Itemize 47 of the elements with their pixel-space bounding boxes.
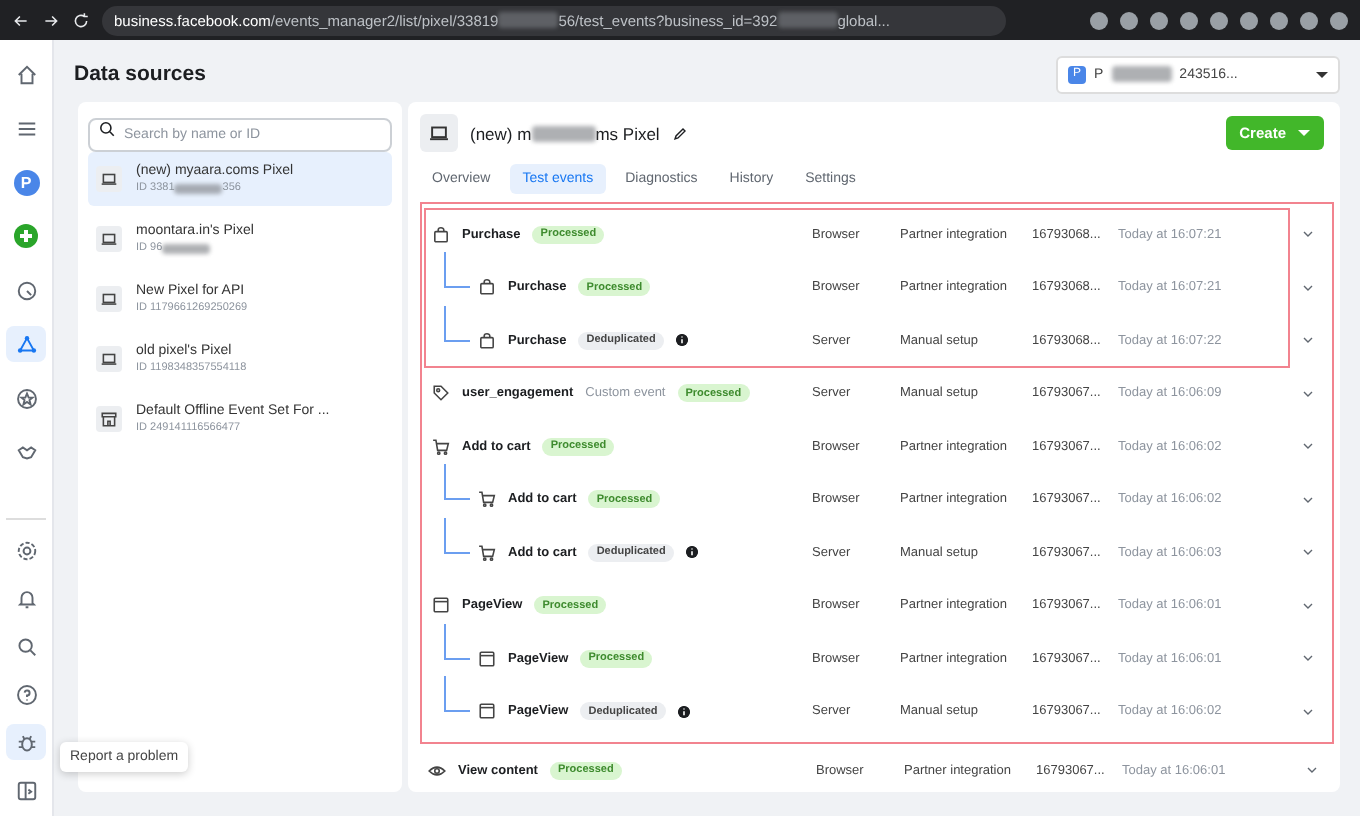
- tree-connector: [444, 623, 470, 660]
- tree-connector: [444, 305, 470, 342]
- tree-connector: [444, 517, 470, 554]
- nav-button[interactable]: [6, 724, 46, 760]
- back-icon: [12, 11, 30, 29]
- bell-icon: [15, 587, 37, 609]
- help-icon: [15, 683, 37, 705]
- menu-icon: [15, 117, 37, 139]
- bug-icon: [15, 731, 37, 753]
- home-icon: [15, 63, 37, 85]
- settings-icon: [15, 539, 37, 561]
- cart-icon: [478, 490, 496, 509]
- tag-icon: [432, 384, 450, 403]
- nav-button[interactable]: [6, 326, 46, 362]
- laptop-icon: [100, 170, 118, 188]
- page-title: Data sources: [74, 62, 206, 86]
- forward-icon: [42, 11, 60, 29]
- edit-icon: [671, 125, 688, 141]
- panel-icon: [15, 779, 37, 801]
- handshake-icon: [15, 441, 37, 463]
- search-icon: [98, 120, 116, 138]
- search-icon: [15, 635, 37, 657]
- tree-connector: [444, 676, 470, 713]
- page-icon: [432, 596, 450, 615]
- bag-icon: [478, 278, 496, 297]
- network-icon: [15, 333, 37, 355]
- cart-icon: [478, 543, 496, 562]
- info-icon[interactable]: [675, 334, 688, 347]
- info-icon[interactable]: [685, 546, 698, 559]
- laptop-icon: [100, 230, 118, 248]
- bag-icon: [478, 331, 496, 350]
- bag-icon: [432, 225, 450, 244]
- reload-icon: [72, 11, 90, 29]
- eye-icon: [428, 761, 446, 780]
- laptop-icon: [428, 122, 450, 144]
- tree-connector: [444, 464, 470, 501]
- store-icon: [100, 410, 118, 428]
- pixel-title: (new) m ms Pixel: [470, 123, 660, 143]
- tree-connector: [444, 252, 470, 289]
- laptop-icon: [100, 350, 118, 368]
- page-icon: [478, 649, 496, 668]
- gauge-icon: [15, 279, 37, 301]
- info-icon[interactable]: [677, 705, 690, 718]
- star-icon: [15, 387, 37, 409]
- page-icon: [478, 702, 496, 721]
- laptop-icon: [100, 290, 118, 308]
- cart-icon: [432, 437, 450, 456]
